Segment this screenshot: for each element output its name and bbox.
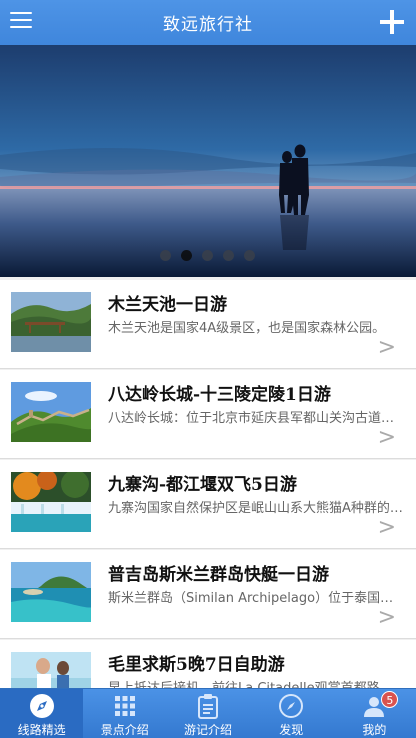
trip-description: 木兰天池是国家4A级景区，也是国家森林公园。: [108, 321, 386, 336]
chevron-right-icon: >: [377, 335, 396, 360]
trip-title: 八达岭长城-十三陵定陵1日游: [108, 385, 331, 405]
carousel-dot[interactable]: [223, 250, 234, 261]
carousel-dot-active[interactable]: [181, 250, 192, 261]
tab-travel-notes[interactable]: 游记介绍: [166, 689, 249, 738]
notification-badge: 5: [381, 691, 399, 708]
trip-thumbnail: [11, 562, 91, 622]
trip-description: 九寨沟国家自然保护区是岷山山系大熊猫A种群的核心。: [108, 501, 403, 516]
tab-attractions[interactable]: 景点介绍: [83, 689, 166, 738]
tab-discover[interactable]: 发现: [250, 689, 333, 738]
trip-thumbnail: [11, 472, 91, 532]
trip-description: 八达岭长城：位于北京市延庆县军都山关沟古道北口。: [108, 411, 403, 426]
trip-item[interactable]: 木兰天池一日游 木兰天池是国家4A级景区，也是国家森林公园。 >: [0, 280, 416, 369]
tab-label: 发现: [279, 723, 304, 737]
plus-icon[interactable]: [378, 8, 406, 36]
clipboard-icon: [194, 692, 222, 719]
chevron-right-icon: >: [377, 515, 396, 540]
trip-title: 九寨沟-都江堰双飞5日游: [108, 475, 297, 495]
trip-thumbnail: [11, 292, 91, 352]
carousel-dot[interactable]: [244, 250, 255, 261]
tab-label: 游记介绍: [184, 723, 233, 737]
carousel-dot[interactable]: [202, 250, 213, 261]
trip-list: 木兰天池一日游 木兰天池是国家4A级景区，也是国家森林公园。 > 八达岭长城-十…: [0, 280, 416, 730]
carousel-indicators: [160, 250, 255, 261]
top-nav-bar: 致远旅行社: [0, 0, 416, 45]
trip-item[interactable]: 八达岭长城-十三陵定陵1日游 八达岭长城：位于北京市延庆县军都山关沟古道北口。 …: [0, 370, 416, 459]
banner-carousel[interactable]: [0, 45, 416, 277]
hamburger-menu-icon[interactable]: [10, 12, 32, 32]
chevron-right-icon: >: [377, 425, 396, 450]
trip-title: 木兰天池一日游: [108, 295, 227, 315]
banner-image: [0, 45, 416, 277]
trip-item[interactable]: 普吉岛斯米兰群岛快艇一日游 斯米兰群岛（Similan Archipelago）…: [0, 550, 416, 639]
discover-icon: [277, 692, 305, 719]
trip-title: 普吉岛斯米兰群岛快艇一日游: [108, 565, 329, 585]
bottom-tab-bar: 线路精选 景点介绍 游记介绍 发现 5 我的: [0, 688, 416, 738]
tab-profile[interactable]: 5 我的: [333, 689, 416, 738]
compass-icon: [28, 692, 56, 719]
trip-description: 斯米兰群岛（Similan Archipelago）位于泰国攀牙府。: [108, 591, 403, 606]
tab-label: 景点介绍: [100, 723, 149, 737]
trip-thumbnail: [11, 382, 91, 442]
carousel-dot[interactable]: [160, 250, 171, 261]
chevron-right-icon: >: [377, 605, 396, 630]
trip-title: 毛里求斯5晚7日自助游: [108, 655, 285, 675]
grid-icon: [111, 692, 139, 719]
tab-label: 线路精选: [17, 723, 66, 737]
tab-label: 我的: [362, 723, 387, 737]
tab-route-selection[interactable]: 线路精选: [0, 689, 84, 738]
page-title: 致远旅行社: [163, 15, 253, 35]
trip-item[interactable]: 九寨沟-都江堰双飞5日游 九寨沟国家自然保护区是岷山山系大熊猫A种群的核心。 >: [0, 460, 416, 549]
app-root: 致远旅行社 木兰天池一日游 木兰天池是国家4A级景区，也是国家森林公园。 > 八…: [0, 0, 416, 738]
